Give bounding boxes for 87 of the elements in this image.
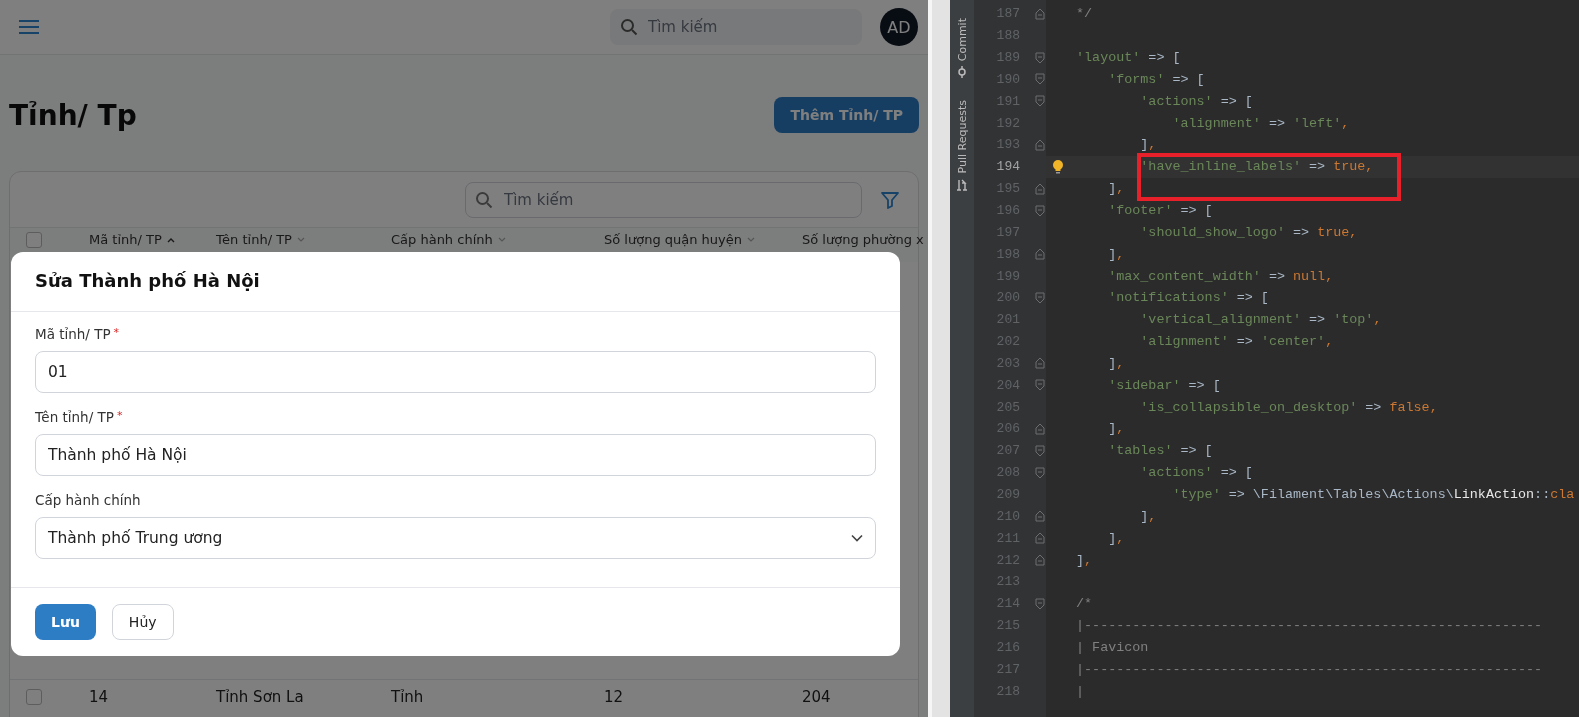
save-button[interactable]: Lưu (35, 604, 96, 640)
checkbox[interactable] (26, 232, 42, 248)
code-line: ], (1139, 137, 1157, 153)
table-cell: 204 (802, 688, 831, 706)
fold-icon[interactable] (1035, 422, 1045, 435)
code-line: 'tables' => [ (1107, 443, 1213, 459)
fold-icon[interactable] (1035, 379, 1045, 392)
pull-request-icon (956, 178, 968, 191)
fold-icon[interactable] (1035, 357, 1045, 370)
menu-icon[interactable] (18, 19, 40, 35)
search-field[interactable]: Tìm kiếm (465, 181, 862, 218)
code-line: 'have_inline_labels' => true, (1139, 159, 1374, 175)
code-line: 'sidebar' => [ (1107, 377, 1221, 393)
code-line: 'should_show_logo' => true, (1139, 224, 1358, 240)
required-mark: * (116, 408, 123, 422)
field-label: Cấp hành chính (35, 491, 141, 508)
code-line: 'vertical_alignment' => 'top', (1139, 312, 1382, 328)
commit-icon (956, 66, 968, 79)
tool-window-tab[interactable]: Pull Requests (955, 100, 969, 191)
fold-icon[interactable] (1035, 73, 1045, 86)
code-line: 'actions' => [ (1139, 465, 1253, 481)
code-line: ], (1107, 355, 1125, 371)
code-line: 'alignment' => 'left', (1171, 115, 1350, 131)
search-field[interactable]: Tìm kiếm (610, 9, 862, 45)
fold-icon[interactable] (1035, 204, 1045, 217)
select-field[interactable]: Thành phố Trung ương (35, 516, 876, 559)
table-cell: 12 (604, 688, 624, 706)
fold-icon[interactable] (1035, 532, 1045, 545)
code-line: ], (1107, 181, 1125, 197)
column-header[interactable]: Số lượng quận huyện (604, 232, 742, 247)
fold-icon[interactable] (1035, 182, 1045, 195)
column-header[interactable]: Tên tỉnh/ TP (216, 232, 292, 247)
fold-icon[interactable] (1035, 554, 1045, 566)
code-line: |--------------------------------------------------------- (1075, 661, 1543, 677)
code-line: 'is_collapsible_on_desktop' => false, (1139, 399, 1438, 415)
code-line: ], (1107, 530, 1125, 546)
column-header[interactable]: Mã tỉnh/ TP (89, 232, 162, 247)
table-cell: 14 (89, 688, 109, 706)
code-line: 'max_content_width' => null, (1107, 268, 1334, 284)
fold-icon[interactable] (1035, 139, 1045, 151)
page-title: Tỉnh/ Tp (9, 98, 137, 132)
filter-icon[interactable] (880, 189, 900, 210)
column-header[interactable]: Cấp hành chính (391, 232, 493, 247)
fold-icon[interactable] (1035, 51, 1045, 64)
code-line: | (1075, 683, 1085, 699)
required-mark: * (113, 325, 120, 339)
code-line: | Favicon (1075, 639, 1149, 655)
checkbox[interactable] (26, 689, 42, 705)
field-label: Tên tỉnh/ TP (35, 408, 114, 425)
dialog-title: Sửa Thành phố Hà Nội (11, 252, 900, 312)
code-line: 'footer' => [ (1107, 203, 1213, 218)
fold-icon[interactable] (1035, 7, 1045, 20)
tool-window-tab[interactable]: Commit (955, 18, 969, 79)
fold-icon[interactable] (1035, 95, 1045, 108)
input-field[interactable]: Thành phố Hà Nội (35, 433, 876, 476)
table-cell: Tỉnh (391, 688, 424, 706)
table-cell: Tỉnh Sơn La (216, 688, 304, 706)
fold-icon[interactable] (1035, 444, 1045, 457)
code-line: 'type' => \Filament\Tables\Actions\LinkAction::cla (1171, 487, 1575, 502)
code-line: 'layout' => [ (1075, 50, 1181, 66)
chevron-down-icon (851, 533, 863, 542)
code-line: ], (1107, 246, 1125, 262)
fold-icon[interactable] (1035, 291, 1045, 304)
code-line: ], (1107, 421, 1125, 437)
field-label: Mã tỉnh/ TP (35, 325, 111, 342)
line-number: 194 (995, 159, 1020, 175)
code-line: ], (1139, 508, 1157, 524)
code-line: 'forms' => [ (1107, 71, 1205, 87)
code-line: ], (1075, 552, 1093, 568)
cancel-button[interactable]: Hủy (111, 604, 174, 640)
fold-icon[interactable] (1035, 510, 1045, 523)
search-icon (475, 190, 493, 209)
code-line: */ (1075, 6, 1093, 22)
search-icon (620, 18, 638, 36)
fold-icon[interactable] (1035, 466, 1045, 479)
code-line: 'actions' => [ (1139, 93, 1253, 109)
code-line: 'alignment' => 'center', (1139, 334, 1334, 350)
user-avatar[interactable]: AD (880, 8, 918, 46)
code-line: 'notifications' => [ (1107, 290, 1269, 306)
create-button[interactable]: Thêm Tỉnh/ TP (774, 97, 919, 133)
lightbulb-icon[interactable] (1052, 158, 1064, 175)
code-line: |--------------------------------------------------------- (1075, 618, 1543, 634)
code-line: /* (1075, 596, 1093, 612)
column-header[interactable]: Số lượng phường x (802, 232, 924, 247)
fold-icon[interactable] (1035, 597, 1045, 610)
fold-icon[interactable] (1035, 248, 1045, 261)
input-field[interactable]: 01 (35, 350, 876, 393)
